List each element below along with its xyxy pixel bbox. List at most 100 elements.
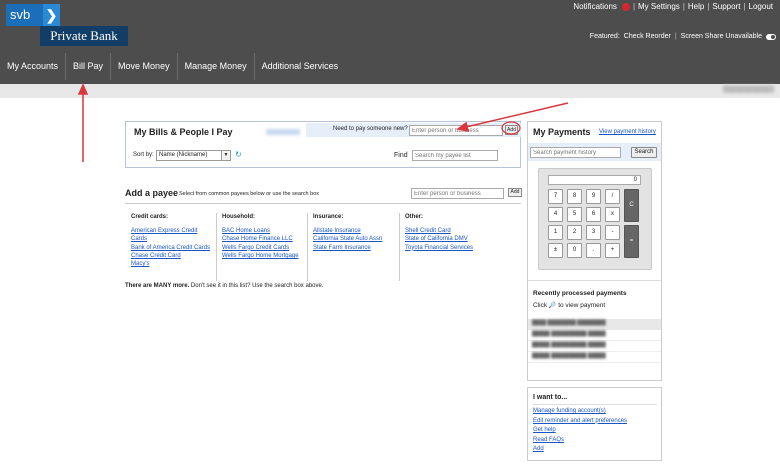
calc-key-2[interactable]: 2 xyxy=(567,225,582,240)
payee-link[interactable]: State of California DMV xyxy=(405,235,515,243)
category-household: Household: BAC Home Loans Chase Home Fin… xyxy=(222,213,302,260)
payee-link[interactable]: Chase Credit Card xyxy=(131,252,211,260)
add-payee-title: Add a payee xyxy=(125,188,179,198)
recent-payments-title: Recently processed payments xyxy=(533,290,627,297)
payee-link[interactable]: American Express Credit Cards xyxy=(131,227,211,243)
main-nav: My Accounts Bill Pay Move Money Manage M… xyxy=(0,53,345,80)
chevron-logo-icon: ❯ xyxy=(43,4,60,26)
header: svb ❯ Private Bank Notifications | My Se… xyxy=(0,0,780,84)
category-heading: Credit cards: xyxy=(131,214,169,220)
hint-text-pre: Click xyxy=(533,302,548,309)
support-link[interactable]: Support xyxy=(709,2,743,11)
payee-link[interactable]: Toyota Financial Services xyxy=(405,244,515,252)
payee-link[interactable]: Bank of America Credit Cards xyxy=(131,244,211,252)
notifications-link[interactable]: Notifications xyxy=(570,2,620,11)
payee-link[interactable]: Wells Fargo Credit Cards xyxy=(222,244,302,252)
search-payment-history-input[interactable] xyxy=(530,147,621,158)
hint-text-post: to view payment xyxy=(558,302,606,309)
my-payments-panel: My Payments View payment history Search … xyxy=(527,121,662,381)
view-payment-history-link[interactable]: View payment history xyxy=(599,129,656,135)
calc-key-8[interactable]: 8 xyxy=(567,189,582,204)
pay-add-button[interactable]: Add xyxy=(505,125,518,135)
top-links: Notifications | My Settings | Help | Sup… xyxy=(570,2,776,11)
sort-label: Sort by: xyxy=(133,152,154,158)
table-row-redacted[interactable]: █████ ██████████ █████ xyxy=(528,352,661,363)
edit-reminder-link[interactable]: Edit reminder and alert preferences xyxy=(533,417,627,427)
help-link[interactable]: Help xyxy=(685,2,707,11)
bills-title: My Bills & People I Pay xyxy=(134,127,233,137)
add-payee-button[interactable]: Add xyxy=(508,188,522,197)
find-label: Find xyxy=(394,152,408,159)
calc-key-clear[interactable]: C xyxy=(624,189,639,222)
logout-link[interactable]: Logout xyxy=(746,2,776,11)
manage-funding-link[interactable]: Manage funding account(s) xyxy=(533,407,627,417)
i-want-to-title: I want to... xyxy=(533,394,568,401)
calc-key-7[interactable]: 7 xyxy=(548,189,563,204)
payee-link[interactable]: State Farm Insurance xyxy=(313,244,399,252)
calc-key-5[interactable]: 5 xyxy=(567,207,582,222)
separator: | xyxy=(674,33,677,40)
calculator-display: 0 xyxy=(548,175,641,185)
svb-logo-text: svb xyxy=(10,7,31,22)
more-note-bold: There are MANY more. xyxy=(125,283,190,289)
add-payee-input[interactable] xyxy=(411,188,504,199)
sort-value: Name (Nickname) xyxy=(159,152,208,158)
nav-bill-pay[interactable]: Bill Pay xyxy=(66,53,112,80)
table-row-redacted[interactable]: █████ ██████████ █████ xyxy=(528,341,661,352)
i-want-to-panel: I want to... Manage funding account(s) E… xyxy=(527,387,662,461)
table-row-redacted[interactable]: █████ ██████████ █████ xyxy=(528,330,661,341)
get-help-link[interactable]: Get help xyxy=(533,426,627,436)
nav-additional-services[interactable]: Additional Services xyxy=(255,53,346,80)
calc-key-4[interactable]: 4 xyxy=(548,207,563,222)
payee-link[interactable]: BAC Home Loans xyxy=(222,227,302,235)
dropdown-arrow-icon: ▼ xyxy=(221,151,230,160)
check-reorder-link[interactable]: Check Reorder xyxy=(624,33,671,40)
my-settings-link[interactable]: My Settings xyxy=(635,2,683,11)
calc-key-6[interactable]: 6 xyxy=(586,207,601,222)
calc-key-3[interactable]: 3 xyxy=(586,225,601,240)
calc-key-0[interactable]: 0 xyxy=(567,243,582,258)
payee-link[interactable]: Macy's xyxy=(131,260,211,268)
read-faqs-link[interactable]: Read FAQs xyxy=(533,436,627,446)
calc-key-1[interactable]: 1 xyxy=(548,225,563,240)
payee-link[interactable]: Shell Credit Card xyxy=(405,227,515,235)
payments-title: My Payments xyxy=(533,127,591,137)
divider xyxy=(399,213,400,281)
calc-key-plus[interactable]: + xyxy=(605,243,620,258)
nav-manage-money[interactable]: Manage Money xyxy=(178,53,255,80)
divider xyxy=(125,203,521,204)
payee-link[interactable]: California State Auto Assn xyxy=(313,235,399,243)
toggle-icon[interactable] xyxy=(766,33,776,40)
calculator: 0 7 8 9 / 4 5 6 x 1 2 3 - ± 0 . + C = xyxy=(538,168,652,270)
pay-someone-input[interactable] xyxy=(409,125,503,136)
calc-key-plusminus[interactable]: ± xyxy=(548,243,563,258)
add-link[interactable]: Add xyxy=(533,445,627,455)
payee-link[interactable]: Allstate Insurance xyxy=(313,227,399,235)
sub-bar: ████████████ xyxy=(0,84,780,98)
payee-link[interactable]: Chase Home Finance LLC xyxy=(222,235,302,243)
notification-dot-icon[interactable] xyxy=(621,2,630,11)
my-bills-panel: My Bills & People I Pay Need to pay some… xyxy=(125,121,521,168)
divider xyxy=(533,404,657,405)
nav-move-money[interactable]: Move Money xyxy=(111,53,178,80)
svb-logo[interactable]: svb ❯ xyxy=(6,4,60,26)
calc-key-multiply[interactable]: x xyxy=(605,207,620,222)
calc-key-divide[interactable]: / xyxy=(605,189,620,204)
table-header-redacted: ████ ████████ ████████ xyxy=(528,319,661,330)
screen-share-link[interactable]: Screen Share Unavailable xyxy=(681,33,762,40)
sort-select[interactable]: Name (Nickname) ▼ xyxy=(156,150,231,161)
more-payees-note: There are MANY more. Don't see it in thi… xyxy=(125,283,323,289)
search-button[interactable]: Search xyxy=(631,147,657,158)
calc-key-9[interactable]: 9 xyxy=(586,189,601,204)
more-note-text: Don't see it in this list? Use the searc… xyxy=(189,283,324,289)
calc-key-equals[interactable]: = xyxy=(624,225,639,258)
payee-link[interactable]: Wells Fargo Home Mortgage xyxy=(222,252,302,260)
find-payee-input[interactable] xyxy=(412,150,498,161)
nav-my-accounts[interactable]: My Accounts xyxy=(0,53,67,80)
i-want-to-links: Manage funding account(s) Edit reminder … xyxy=(533,407,627,455)
refresh-icon[interactable]: ↻ xyxy=(235,150,242,159)
category-credit-cards: Credit cards: American Express Credit Ca… xyxy=(131,213,211,268)
recent-payments-table: ████ ████████ ████████ █████ ██████████ … xyxy=(528,319,661,363)
calc-key-decimal[interactable]: . xyxy=(586,243,601,258)
calc-key-minus[interactable]: - xyxy=(605,225,620,240)
